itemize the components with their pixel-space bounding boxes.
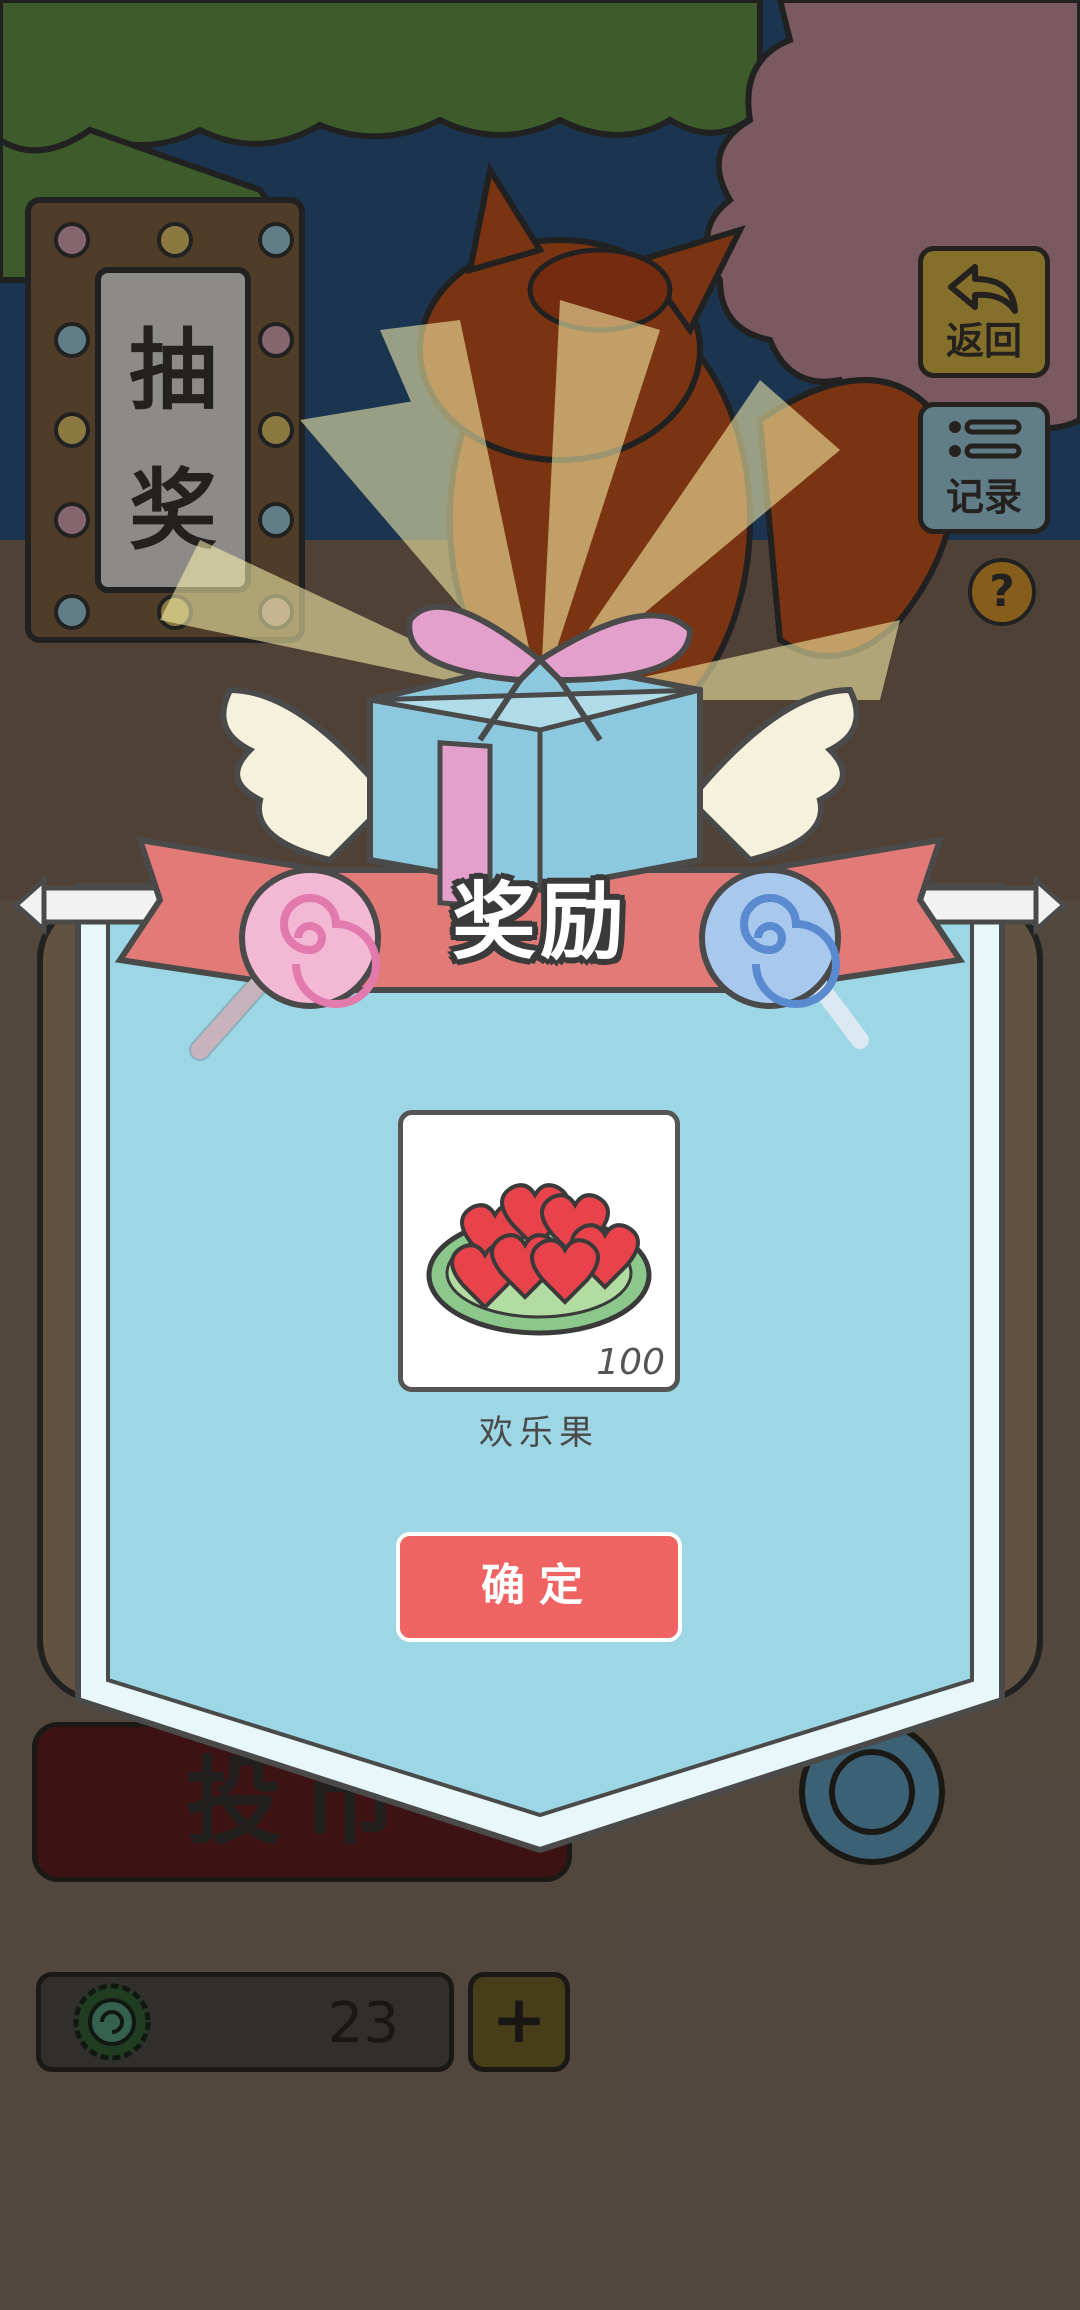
reward-title: 奖励 [451,873,628,971]
reward-item-card: 100 [398,1110,680,1392]
reward-name: 欢乐果 [479,1413,599,1453]
confirm-button[interactable]: 确定 [396,1532,682,1642]
reward-quantity: 100 [596,1342,665,1383]
